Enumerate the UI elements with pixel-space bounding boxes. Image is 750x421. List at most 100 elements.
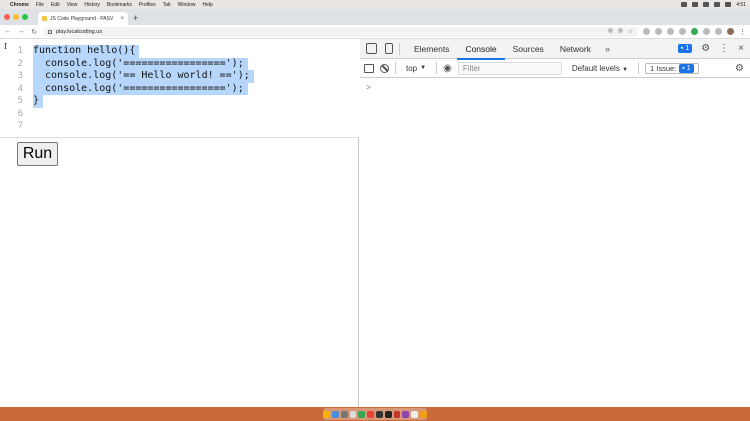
console-settings-gear-icon[interactable]: ⚙ (735, 63, 744, 74)
dock-app-icon[interactable] (402, 410, 410, 418)
minimize-window-icon[interactable] (13, 14, 19, 20)
tab-strip: JS Code Playground - PASV × + (0, 9, 750, 25)
more-tabs-icon[interactable]: » (599, 44, 616, 54)
clock[interactable]: 4:51 (736, 2, 746, 8)
dock-app-icon[interactable] (367, 410, 374, 418)
dropdown-arrow-icon: ▼ (420, 65, 427, 71)
code-editor[interactable]: I 1 function hello(){ 2 console.log('===… (0, 39, 359, 138)
log-levels-value: Default levels (571, 63, 620, 73)
status-icon[interactable] (681, 2, 688, 7)
messages-badge[interactable]: ▪ 1 (677, 44, 693, 53)
dock-app-icon[interactable] (331, 410, 339, 418)
menu-history[interactable]: History (84, 2, 100, 8)
issues-button[interactable]: 1 Issue: ▪ 1 (645, 62, 699, 74)
divider (399, 42, 400, 55)
kebab-menu-icon[interactable]: ⋮ (739, 28, 746, 36)
dock-app-icon[interactable] (340, 410, 348, 418)
extension-icon[interactable] (703, 28, 710, 35)
extension-icon[interactable] (643, 28, 650, 35)
console-prompt[interactable]: > (366, 83, 371, 92)
forward-icon[interactable]: → (17, 28, 25, 35)
dock-app-icon[interactable] (411, 410, 419, 418)
clear-console-icon[interactable] (380, 63, 389, 73)
menu-window[interactable]: Window (178, 2, 196, 8)
code-text: function hello(){ (33, 45, 140, 58)
line-number: 2 (17, 58, 23, 69)
issues-label: 1 Issue: (650, 63, 677, 73)
favicon-icon (42, 16, 47, 21)
dock-app-icon[interactable] (349, 410, 357, 418)
extension-icon[interactable] (667, 28, 674, 35)
menu-app-name[interactable]: Chrome (10, 2, 29, 8)
code-text: } (33, 95, 44, 108)
kebab-menu-icon[interactable]: ⋮ (719, 43, 729, 54)
lock-icon[interactable] (48, 29, 52, 34)
device-toolbar-icon[interactable] (385, 43, 393, 54)
run-button[interactable]: Run (17, 142, 58, 166)
tab-title: JS Code Playground - PASV (50, 15, 114, 22)
tab-network[interactable]: Network (552, 39, 599, 59)
close-tab-icon[interactable]: × (120, 16, 124, 22)
divider (436, 62, 438, 74)
bookmark-star-icon[interactable]: ☆ (628, 28, 633, 35)
zoom-window-icon[interactable] (22, 14, 28, 20)
line-number: 7 (17, 121, 23, 131)
wifi-icon[interactable] (703, 2, 710, 7)
close-window-icon[interactable] (4, 14, 10, 20)
menu-file[interactable]: File (36, 2, 44, 8)
menu-bookmarks[interactable]: Bookmarks (107, 2, 132, 8)
tab-console[interactable]: Console (457, 39, 505, 60)
close-devtools-icon[interactable]: × (738, 43, 744, 54)
macos-menubar: Chrome File Edit View History Bookmarks … (0, 0, 750, 9)
tab-sources[interactable]: Sources (505, 39, 552, 59)
extension-icon[interactable] (679, 28, 686, 35)
menu-edit[interactable]: Edit (51, 2, 60, 8)
issues-badge: ▪ 1 (679, 63, 694, 73)
dock-app-icon[interactable] (358, 410, 366, 418)
url-input[interactable]: play.localcoding.us ☆ (43, 26, 638, 37)
address-bar: ← → ↻ play.localcoding.us ☆ ⋮ (0, 25, 750, 39)
sidebar-toggle-icon[interactable] (364, 63, 374, 73)
inspect-element-icon[interactable] (366, 43, 377, 54)
tab-elements[interactable]: Elements (406, 39, 457, 59)
extension-icon[interactable] (655, 28, 662, 35)
control-center-icon[interactable] (725, 2, 732, 7)
code-text: console.log('================='); (33, 82, 248, 95)
menu-view[interactable]: View (67, 2, 78, 8)
message-icon: ▪ (680, 45, 684, 52)
live-expression-eye-icon[interactable]: ◉ (443, 63, 452, 74)
reload-icon[interactable]: ↻ (30, 28, 38, 36)
log-levels-select[interactable]: Default levels ▼ (568, 64, 632, 73)
search-icon[interactable] (714, 2, 721, 7)
battery-icon[interactable] (692, 2, 699, 7)
dock-app-icon[interactable] (376, 410, 383, 418)
code-line: 5 } (0, 95, 359, 108)
menu-tab[interactable]: Tab (163, 2, 171, 8)
dock-app-icon[interactable] (323, 410, 330, 418)
puzzle-icon[interactable] (715, 28, 722, 35)
console-output[interactable]: > (360, 78, 750, 97)
dock-app-icon[interactable] (420, 410, 427, 418)
menu-profiles[interactable]: Profiles (139, 2, 156, 8)
dock-app-icon[interactable] (393, 410, 401, 418)
back-icon[interactable]: ← (4, 28, 12, 35)
avatar[interactable] (727, 28, 734, 35)
browser-window: JS Code Playground - PASV × + ← → ↻ play… (0, 9, 750, 407)
page-content: I 1 function hello(){ 2 console.log('===… (0, 39, 359, 407)
menu-help[interactable]: Help (202, 2, 212, 8)
line-number: 3 (17, 71, 23, 81)
extension-icon[interactable] (691, 28, 698, 35)
filter-input[interactable]: Filter (457, 61, 562, 75)
console-toolbar: top ▼ ◉ Filter Default levels ▼ 1 Issue:… (360, 59, 750, 78)
line-number: 5 (17, 96, 23, 106)
divider (395, 62, 396, 74)
line-number: 1 (17, 46, 23, 56)
dock-app-icon[interactable] (384, 410, 392, 418)
new-tab-button[interactable]: + (133, 12, 138, 25)
zoom-icon[interactable] (607, 28, 613, 33)
browser-tab[interactable]: JS Code Playground - PASV × (38, 12, 128, 25)
share-icon[interactable] (617, 28, 623, 33)
settings-gear-icon[interactable]: ⚙ (701, 43, 710, 54)
context-select[interactable]: top ▼ (402, 64, 430, 73)
code-line: 4 console.log('================='); (0, 82, 359, 95)
